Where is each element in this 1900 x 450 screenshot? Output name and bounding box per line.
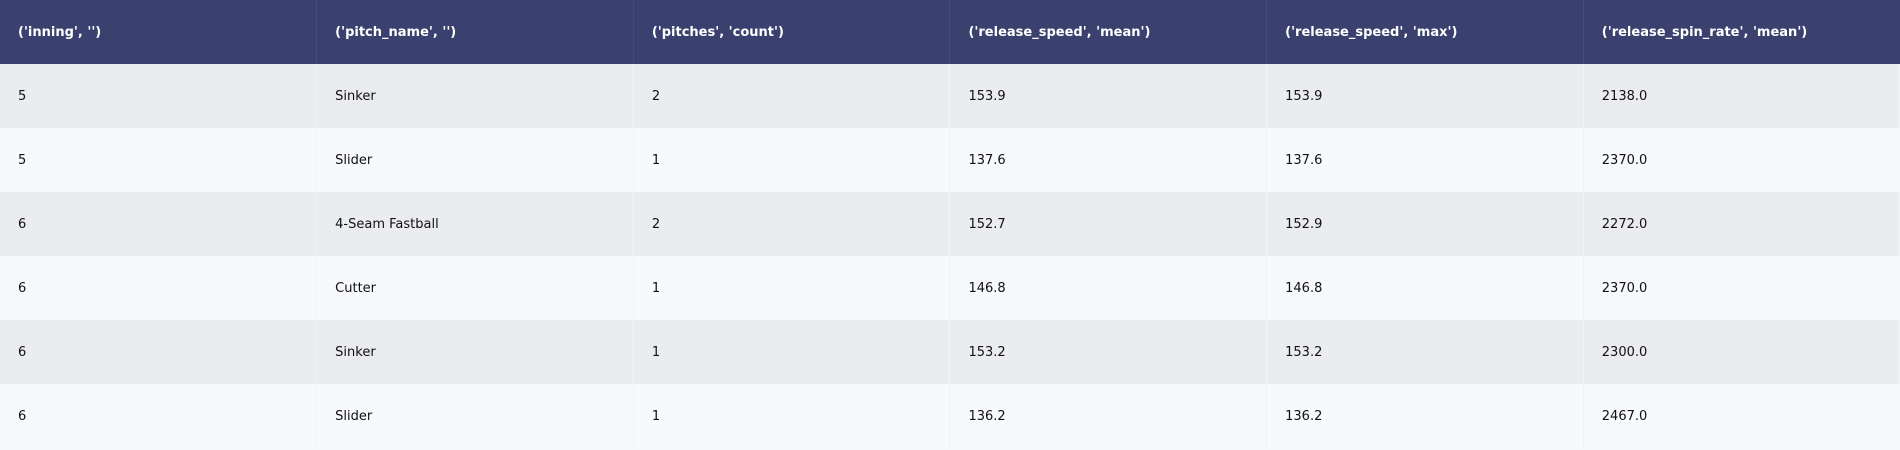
column-header-release-speed-max[interactable]: ('release_speed', 'max') (1266, 0, 1584, 64)
table-row: 5 Sinker 2 153.9 153.9 2138.0 (0, 64, 1900, 128)
cell-release-speed-max: 153.2 (1266, 320, 1584, 384)
cell-pitch-name: 4-Seam Fastball (316, 192, 634, 256)
cell-release-speed-mean: 152.7 (949, 192, 1268, 256)
cell-inning: 6 (0, 192, 318, 256)
table-row: 6 4-Seam Fastball 2 152.7 152.9 2272.0 (0, 192, 1900, 256)
cell-inning: 6 (0, 384, 318, 448)
table-row: 6 Cutter 1 146.8 146.8 2370.0 (0, 256, 1900, 320)
cell-pitches-count: 2 (633, 192, 951, 256)
cell-pitch-name: Slider (316, 128, 634, 192)
cell-release-speed-mean: 136.2 (949, 384, 1268, 448)
cell-pitch-name: Sinker (316, 64, 634, 128)
cell-release-spin-rate-mean: 2138.0 (1583, 64, 1900, 128)
cell-release-speed-max: 153.9 (1266, 64, 1584, 128)
column-header-inning[interactable]: ('inning', '') (0, 0, 318, 64)
cell-release-spin-rate-mean: 2300.0 (1583, 320, 1900, 384)
cell-inning: 5 (0, 64, 318, 128)
table-header-row: ('inning', '') ('pitch_name', '') ('pitc… (0, 0, 1900, 64)
table-row: 6 Slider 1 136.2 136.2 2467.0 (0, 384, 1900, 448)
cell-pitches-count: 1 (633, 256, 951, 320)
cell-pitches-count: 1 (633, 384, 951, 448)
cell-pitch-name: Sinker (316, 320, 634, 384)
cell-release-speed-max: 136.2 (1266, 384, 1584, 448)
cell-release-speed-mean: 137.6 (949, 128, 1268, 192)
column-header-pitch-name[interactable]: ('pitch_name', '') (316, 0, 634, 64)
cell-release-speed-max: 137.6 (1266, 128, 1584, 192)
cell-release-spin-rate-mean: 2370.0 (1601, 152, 1648, 168)
cell-release-spin-rate-mean: 2370.0 (1601, 280, 1648, 296)
column-header-release-spin-rate-mean[interactable]: ('release_spin_rate', 'mean') (1583, 0, 1900, 64)
cell-pitches-count: 1 (633, 128, 951, 192)
cell-release-speed-max: 146.8 (1266, 256, 1584, 320)
cell-pitch-name: Cutter (316, 256, 634, 320)
cell-inning: 6 (0, 256, 318, 320)
cell-pitches-count: 2 (633, 64, 951, 128)
cell-pitches-count: 1 (633, 320, 951, 384)
column-header-pitches-count[interactable]: ('pitches', 'count') (633, 0, 951, 64)
cell-inning: 6 (0, 320, 318, 384)
cell-release-spin-rate-mean: 2272.0 (1583, 192, 1900, 256)
column-header-release-speed-mean[interactable]: ('release_speed', 'mean') (949, 0, 1268, 64)
table-row: 6 Sinker 1 153.2 153.2 2300.0 (0, 320, 1900, 384)
table-row: 5 Slider 1 137.6 137.6 2370.0 (0, 128, 1900, 192)
cell-release-speed-max: 152.9 (1266, 192, 1584, 256)
cell-release-speed-mean: 146.8 (949, 256, 1268, 320)
cell-release-speed-mean: 153.2 (949, 320, 1268, 384)
pitch-summary-table: ('inning', '') ('pitch_name', '') ('pitc… (0, 0, 1900, 448)
cell-inning: 5 (0, 128, 318, 192)
cell-release-speed-mean: 153.9 (949, 64, 1268, 128)
cell-release-spin-rate-mean: 2467.0 (1601, 408, 1648, 424)
cell-pitch-name: Slider (316, 384, 634, 448)
